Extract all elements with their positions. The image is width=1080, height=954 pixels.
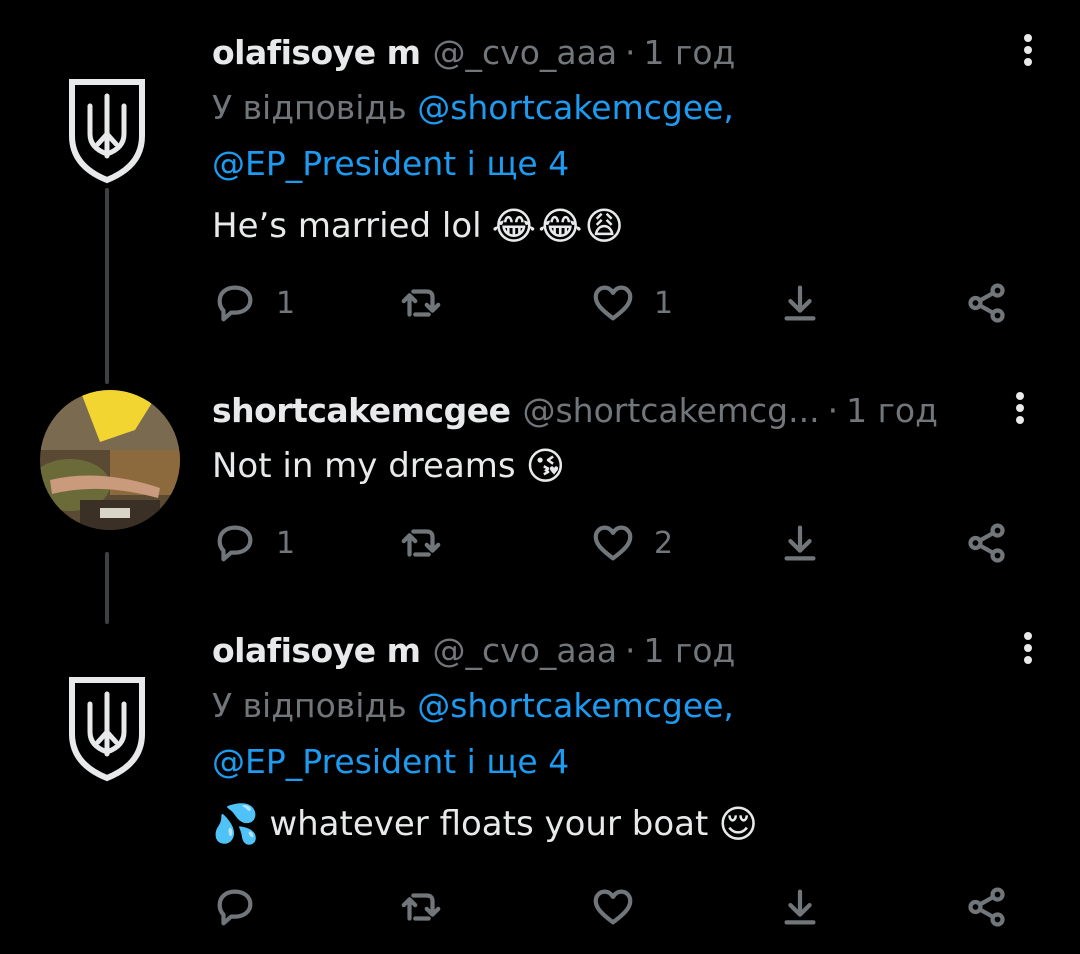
tweet-body: whatever floats your boat xyxy=(269,804,709,844)
share-icon xyxy=(968,283,1005,323)
tweet-text: Not in my dreams 😘 xyxy=(212,438,565,494)
reply-icon xyxy=(217,889,253,926)
like-count: 1 xyxy=(654,285,674,321)
download-icon xyxy=(784,889,816,925)
download-button[interactable] xyxy=(777,882,823,932)
more-icon[interactable] xyxy=(1016,30,1040,70)
retweet-button[interactable] xyxy=(398,278,462,328)
mention-link[interactable]: @EP_President і ще 4 xyxy=(212,144,569,183)
share-icon xyxy=(968,523,1005,563)
share-button[interactable] xyxy=(964,278,1010,328)
tweet-body: He’s married lol xyxy=(212,206,482,246)
avatar[interactable] xyxy=(62,74,152,184)
more-icon[interactable] xyxy=(1016,628,1040,668)
timestamp[interactable]: 1 год xyxy=(644,33,736,72)
heart-icon xyxy=(593,525,633,561)
replying-to: У відповідь @shortcakemcgee, @EP_Preside… xyxy=(212,80,1032,192)
reply-icon xyxy=(217,285,253,322)
reply-button[interactable] xyxy=(212,882,276,932)
avatar[interactable] xyxy=(62,672,152,782)
display-name[interactable]: olafisoye m xyxy=(212,631,421,670)
avatar[interactable] xyxy=(40,390,180,530)
heart-icon xyxy=(593,889,633,925)
sweat-droplets-emoji: 💦 xyxy=(212,802,260,846)
tweet[interactable]: shortcakemcgee @shortcakemcg... · 1 год … xyxy=(0,386,1080,586)
like-button[interactable]: 2 xyxy=(590,518,673,568)
heart-icon xyxy=(593,285,633,321)
display-name[interactable]: olafisoye m xyxy=(212,33,421,72)
trident-shield-icon xyxy=(69,677,145,782)
download-icon xyxy=(784,285,816,321)
timestamp[interactable]: 1 год xyxy=(846,391,938,430)
replying-prefix: У відповідь xyxy=(212,686,407,725)
retweet-button[interactable] xyxy=(398,518,462,568)
more-icon[interactable] xyxy=(1008,388,1032,428)
user-handle[interactable]: @_cvo_aaa xyxy=(433,631,618,670)
reply-count: 1 xyxy=(276,285,296,321)
user-handle[interactable]: @_cvo_aaa xyxy=(433,33,618,72)
tweet-text: 💦 whatever floats your boat 😌 xyxy=(212,796,758,852)
retweet-button[interactable] xyxy=(398,882,462,932)
mention-link[interactable]: @EP_President і ще 4 xyxy=(212,742,569,781)
replying-to: У відповідь @shortcakemcgee, @EP_Preside… xyxy=(212,678,1032,790)
download-button[interactable] xyxy=(777,278,823,328)
tweet-header: olafisoye m @_cvo_aaa · 1 год xyxy=(212,28,735,76)
like-button[interactable] xyxy=(590,882,654,932)
share-button[interactable] xyxy=(964,518,1010,568)
reply-icon xyxy=(217,525,253,562)
trident-shield-icon xyxy=(69,79,145,184)
joy-emoji: 😂 xyxy=(491,204,536,248)
reply-button[interactable]: 1 xyxy=(212,278,295,328)
tweet-header: olafisoye m @_cvo_aaa · 1 год xyxy=(212,626,735,674)
share-icon xyxy=(968,887,1005,927)
reply-count: 1 xyxy=(276,525,296,561)
joy-emoji: 😂 xyxy=(537,204,583,248)
profile-photo xyxy=(40,390,180,530)
mention-link[interactable]: @shortcakemcgee, xyxy=(417,686,734,725)
retweet-icon xyxy=(401,893,441,921)
timestamp[interactable]: 1 год xyxy=(644,631,736,670)
retweet-icon xyxy=(401,529,441,557)
tweet-body: Not in my dreams xyxy=(212,446,516,486)
replying-prefix: У відповідь xyxy=(212,88,407,127)
mention-link[interactable]: @shortcakemcgee, xyxy=(417,88,734,127)
tweet-actions: 1 1 xyxy=(212,278,1032,328)
tweet-actions xyxy=(212,882,1032,932)
weary-emoji: 😩 xyxy=(584,204,625,248)
separator: · xyxy=(625,630,636,670)
share-button[interactable] xyxy=(964,882,1010,932)
user-handle[interactable]: @shortcakemcg... xyxy=(522,391,819,430)
tweet-actions: 1 2 xyxy=(212,518,1032,568)
reply-button[interactable]: 1 xyxy=(212,518,295,568)
separator: · xyxy=(625,32,636,72)
kiss-emoji: 😘 xyxy=(525,444,566,488)
separator: · xyxy=(827,390,839,430)
tweet[interactable]: olafisoye m @_cvo_aaa · 1 год У відповід… xyxy=(0,626,1080,946)
like-button[interactable]: 1 xyxy=(590,278,673,328)
tweet-header: shortcakemcgee @shortcakemcg... · 1 год xyxy=(212,386,1002,434)
download-button[interactable] xyxy=(777,518,823,568)
like-count: 2 xyxy=(654,525,674,561)
tweet[interactable]: olafisoye m @_cvo_aaa · 1 год У відповід… xyxy=(0,28,1080,348)
retweet-icon xyxy=(401,289,441,317)
relieved-emoji: 😌 xyxy=(718,802,758,846)
tweet-text: He’s married lol 😂 😂 😩 xyxy=(212,198,624,254)
download-icon xyxy=(784,525,816,561)
display-name[interactable]: shortcakemcgee xyxy=(212,391,511,430)
